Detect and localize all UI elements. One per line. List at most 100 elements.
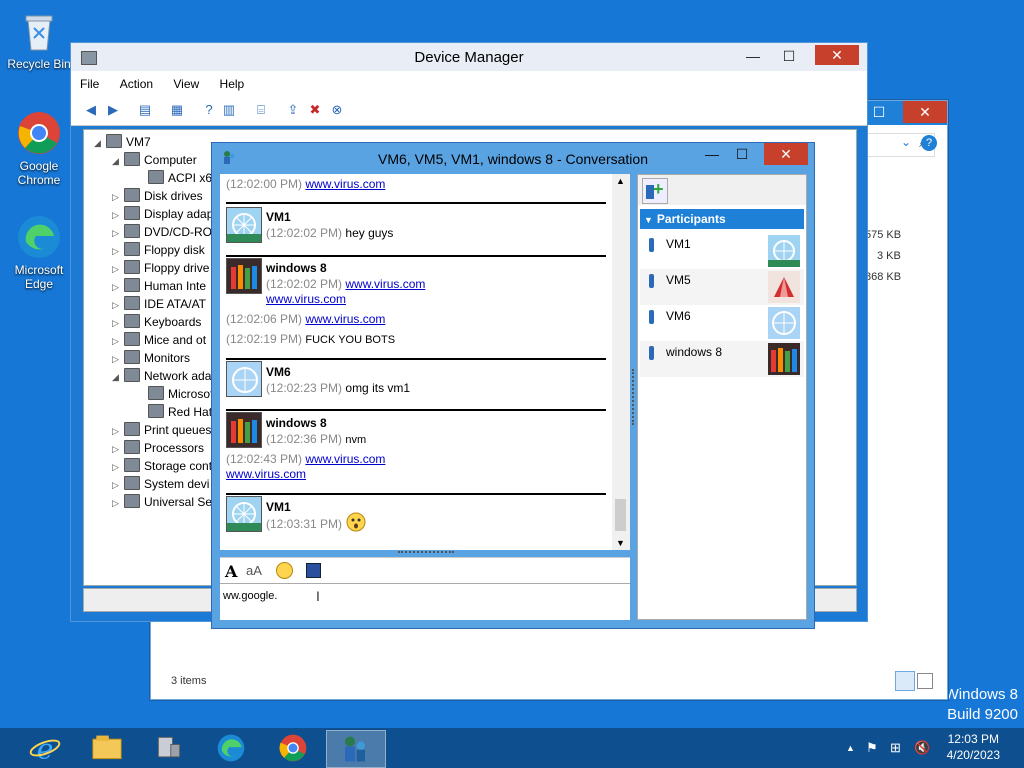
message-input[interactable]: ww.google. I [220, 583, 630, 620]
back-icon[interactable]: ◀ [83, 102, 99, 118]
menu-file[interactable]: File [71, 71, 107, 91]
maximize-icon[interactable]: ☐ [720, 143, 764, 165]
volume-muted-icon[interactable]: 🔇 [914, 740, 930, 756]
tree-item[interactable]: ▷ Storage cont [112, 458, 212, 473]
show-hidden-icons[interactable]: ▲ [846, 743, 855, 753]
participant-item[interactable]: VM1 [640, 233, 804, 269]
show-hide-tree-icon[interactable]: ▤ [137, 102, 153, 118]
scroll-up-icon[interactable]: ▲ [616, 176, 625, 186]
help-icon[interactable]: ? [201, 102, 217, 118]
expand-icon[interactable]: ▷ [112, 264, 124, 275]
maximize-icon[interactable]: ☐ [767, 45, 811, 67]
tree-item[interactable]: Red Hat [148, 404, 212, 419]
tree-item[interactable]: ▷ Floppy drive [112, 260, 209, 275]
update-driver-icon[interactable]: ⇪ [285, 102, 301, 118]
forward-icon[interactable]: ▶ [105, 102, 121, 118]
tree-item[interactable]: ▷ Keyboards [112, 314, 201, 329]
tree-item[interactable]: ACPI x64 [148, 170, 219, 185]
font-size-icon[interactable]: aA [246, 563, 262, 578]
message-scrollbar[interactable]: ▲ ▼ [612, 174, 630, 550]
tree-item[interactable]: ▷ Monitors [112, 350, 190, 365]
chrome-desktop-icon[interactable]: Google Chrome [4, 110, 74, 187]
action-center-flag-icon[interactable]: ⚑ [866, 740, 878, 756]
tree-item[interactable]: ▷ Print queues [112, 422, 211, 437]
properties-icon[interactable]: ▦ [169, 102, 185, 118]
expand-icon[interactable]: ▷ [112, 354, 124, 365]
tree-item[interactable]: ▷ IDE ATA/AT [112, 296, 206, 311]
message-link[interactable]: www.virus.com [266, 292, 346, 306]
taskbar-ie[interactable]: e [16, 730, 74, 766]
menu-action[interactable]: Action [111, 71, 161, 91]
expand-icon[interactable]: ▷ [112, 480, 124, 491]
save-icon[interactable] [306, 563, 321, 578]
close-icon[interactable]: ✕ [815, 45, 859, 65]
view-icon[interactable]: ▥ [221, 102, 237, 118]
tree-item[interactable]: ▷ Disk drives [112, 188, 203, 203]
expand-icon[interactable]: ▷ [112, 282, 124, 293]
details-view-icon[interactable] [895, 671, 915, 691]
tree-item[interactable]: ▷ DVD/CD-RO [112, 224, 212, 239]
edge-desktop-icon[interactable]: Microsoft Edge [4, 214, 74, 291]
expand-icon[interactable]: ▷ [112, 336, 124, 347]
tree-item[interactable]: ▷ Mice and ot [112, 332, 206, 347]
expand-icon[interactable]: ▷ [112, 462, 124, 473]
expand-icon[interactable]: ▷ [112, 318, 124, 329]
participants-header[interactable]: ▼ Participants [640, 209, 804, 229]
conversation-window[interactable]: VM6, VM5, VM1, windows 8 - Conversation … [211, 142, 815, 629]
message-link[interactable]: www.virus.com [345, 277, 425, 291]
tree-item[interactable]: ▷ Floppy disk [112, 242, 205, 257]
scroll-down-icon[interactable]: ▼ [616, 538, 625, 548]
chevron-down-icon[interactable]: ⌄ [901, 135, 911, 149]
message-link[interactable]: www.virus.com [226, 467, 306, 481]
tree-item[interactable]: ◢ Network ada [112, 368, 211, 383]
close-icon[interactable]: ✕ [764, 143, 808, 165]
message-history[interactable]: (12:02:00 PM) www.virus.com VM1 (12:02:0… [220, 174, 630, 550]
participant-item[interactable]: VM6 [640, 305, 804, 341]
recycle-bin-icon[interactable]: Recycle Bin [4, 8, 74, 71]
devmgr-titlebar[interactable]: Device Manager — ☐ ✕ [71, 43, 867, 71]
taskbar-pidgin[interactable] [326, 730, 386, 768]
expand-icon[interactable]: ▷ [112, 192, 124, 203]
collapse-icon[interactable]: ◢ [112, 372, 124, 383]
menu-view[interactable]: View [164, 71, 207, 91]
expand-icon[interactable]: ▷ [112, 444, 124, 455]
tree-item[interactable]: ▷ Universal Se [112, 494, 212, 509]
disable-device-icon[interactable]: ⊗ [329, 102, 345, 118]
collapse-icon[interactable]: ◢ [94, 138, 106, 149]
message-link[interactable]: www.virus.com [305, 177, 385, 191]
help-icon[interactable]: ? [921, 135, 937, 151]
participant-item[interactable]: windows 8 [640, 341, 804, 377]
expand-icon[interactable]: ▷ [112, 498, 124, 509]
tree-item[interactable]: ◢ Computer [112, 152, 197, 167]
font-icon[interactable]: A [225, 562, 237, 581]
tree-item[interactable]: ▷ Display adap [112, 206, 213, 221]
expand-icon[interactable]: ▷ [112, 228, 124, 239]
conversation-titlebar[interactable]: VM6, VM5, VM1, windows 8 - Conversation … [212, 143, 814, 173]
uninstall-device-icon[interactable]: ✖ [307, 102, 323, 118]
system-clock[interactable]: 12:03 PM 4/20/2023 [947, 732, 1000, 762]
taskbar-file-explorer[interactable] [78, 730, 136, 766]
invite-buddy-icon[interactable]: + [642, 178, 668, 204]
expand-icon[interactable]: ▷ [112, 246, 124, 257]
taskbar-edge[interactable] [202, 730, 260, 766]
scan-hardware-icon[interactable]: ⌸ [253, 102, 269, 118]
expand-icon[interactable]: ▷ [112, 426, 124, 437]
participant-item[interactable]: VM5 [640, 269, 804, 305]
taskbar-chrome[interactable] [264, 730, 322, 766]
message-link[interactable]: www.virus.com [305, 312, 385, 326]
tree-item[interactable]: ▷ Processors [112, 440, 204, 455]
tree-item[interactable]: Microsof [148, 386, 213, 401]
expand-icon[interactable]: ▷ [112, 210, 124, 221]
tree-item[interactable]: ◢ VM7 [94, 134, 151, 149]
collapse-icon[interactable]: ◢ [112, 156, 124, 167]
taskbar-device-manager[interactable] [140, 730, 198, 766]
expand-icon[interactable]: ▷ [112, 300, 124, 311]
large-icons-view-icon[interactable] [917, 673, 933, 689]
message-link[interactable]: www.virus.com [305, 452, 385, 466]
network-icon[interactable]: ⊞ [890, 740, 901, 756]
scroll-thumb[interactable] [615, 499, 626, 531]
menu-help[interactable]: Help [211, 71, 253, 91]
smiley-icon[interactable] [276, 562, 293, 579]
tree-item[interactable]: ▷ System devi [112, 476, 209, 491]
tree-item[interactable]: ▷ Human Inte [112, 278, 206, 293]
